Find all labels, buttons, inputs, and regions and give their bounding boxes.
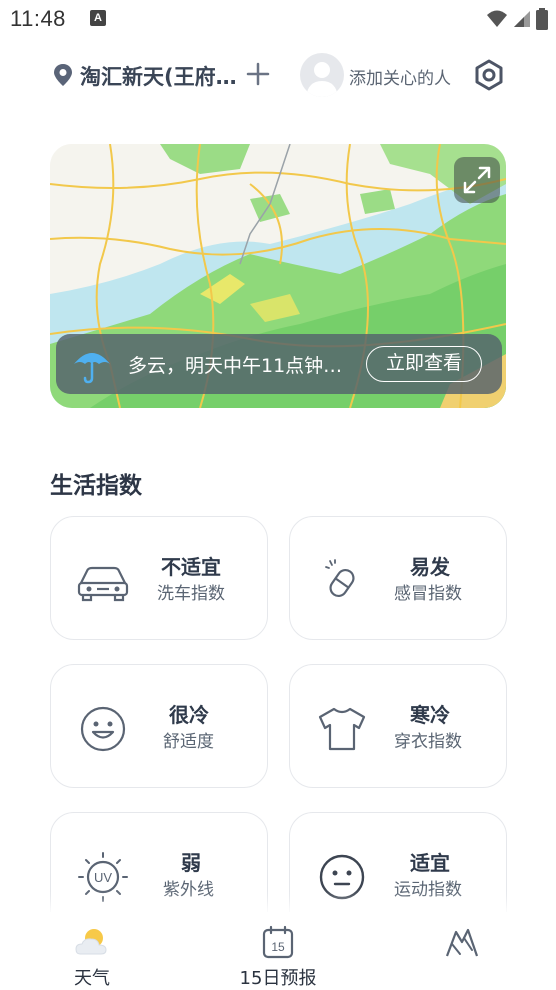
index-card-comfort[interactable]: 很冷 舒适度 xyxy=(50,664,268,788)
index-name: 运动指数 xyxy=(394,880,462,900)
index-value: 适宜 xyxy=(410,851,450,875)
index-card-clothing[interactable]: 寒冷 穿衣指数 xyxy=(289,664,507,788)
wifi-icon xyxy=(487,10,507,27)
car-icon xyxy=(77,566,129,602)
neutral-face-icon xyxy=(319,854,365,900)
weather-alert-text: 多云，明天中午11点钟… xyxy=(128,355,343,377)
pill-icon xyxy=(325,559,355,598)
index-value: 不适宜 xyxy=(161,555,221,579)
status-bar: 11:48 A xyxy=(0,0,556,38)
system-icons xyxy=(486,8,548,30)
status-time: 11:48 xyxy=(10,6,66,31)
top-bar: 淘汇新天(王府… 添加关心的人 xyxy=(0,50,556,102)
smiley-icon xyxy=(80,706,126,752)
index-value: 很冷 xyxy=(169,703,209,727)
calendar-day-number: 15 xyxy=(271,940,285,954)
battery-icon xyxy=(536,8,548,30)
tshirt-icon xyxy=(318,707,366,751)
svg-text:UV: UV xyxy=(94,870,112,885)
index-name: 洗车指数 xyxy=(157,584,225,604)
index-card-cold[interactable]: 易发 感冒指数 xyxy=(289,516,507,640)
view-now-button[interactable]: 立即查看 xyxy=(366,346,482,382)
add-location-icon[interactable] xyxy=(246,62,270,86)
uv-icon: UV xyxy=(78,852,128,902)
radar-map-card[interactable]: 多云，明天中午11点钟… 立即查看 xyxy=(50,144,506,408)
nav-item-weather[interactable]: 天气 xyxy=(32,912,152,990)
umbrella-icon xyxy=(74,353,110,384)
nav-label: 15日预报 xyxy=(239,968,317,989)
index-name: 穿衣指数 xyxy=(394,732,462,752)
index-value: 易发 xyxy=(410,555,450,579)
mountain-icon xyxy=(445,928,479,957)
index-name: 紫外线 xyxy=(163,880,214,900)
calendar-15-icon: 15 xyxy=(262,925,294,959)
index-value: 寒冷 xyxy=(410,703,450,727)
avatar-placeholder-icon xyxy=(306,62,338,97)
nav-label: 天气 xyxy=(74,968,110,989)
index-value: 弱 xyxy=(181,851,201,875)
location-name[interactable]: 淘汇新天(王府… xyxy=(80,61,237,91)
weather-alert-bar[interactable]: 多云，明天中午11点钟… 立即查看 xyxy=(56,334,502,394)
life-index-title: 生活指数 xyxy=(50,473,142,499)
notification-icon: A xyxy=(90,10,106,26)
bottom-nav: 天气 15 15日预报 xyxy=(0,912,556,990)
expand-icon xyxy=(463,166,491,194)
signal-icon xyxy=(514,11,530,27)
index-name: 感冒指数 xyxy=(394,584,462,604)
add-care-person-label[interactable]: 添加关心的人 xyxy=(349,64,451,89)
index-card-car-wash[interactable]: 不适宜 洗车指数 xyxy=(50,516,268,640)
cloudy-weather-icon xyxy=(75,929,107,955)
nav-item-15-day[interactable]: 15 15日预报 xyxy=(218,912,338,990)
index-name: 舒适度 xyxy=(163,732,214,752)
location-pin-icon xyxy=(54,64,72,86)
settings-hexagon-icon[interactable] xyxy=(472,58,506,92)
nav-item-explore[interactable] xyxy=(402,912,522,990)
avatar[interactable] xyxy=(300,53,344,97)
expand-map-button[interactable] xyxy=(454,157,500,203)
